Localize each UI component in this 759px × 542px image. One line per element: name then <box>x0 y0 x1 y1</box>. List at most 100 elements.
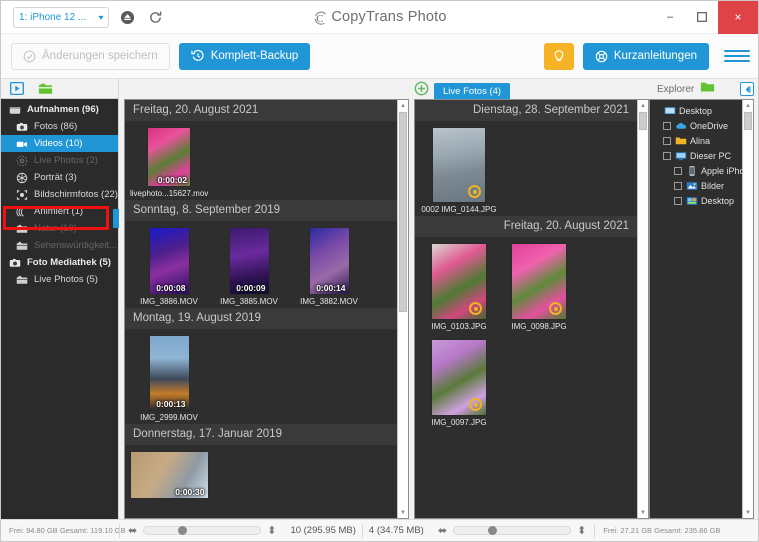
album-icon <box>15 273 28 286</box>
save-changes-button[interactable]: Änderungen speichern <box>11 42 170 70</box>
explorer-header: Explorer <box>649 79 758 99</box>
zoom-out-icon[interactable]: ⬌ <box>128 524 137 537</box>
media-thumbnail[interactable]: 0:00:09 IMG_3885.MOV <box>213 227 285 306</box>
sidebar-item-label: Animiert (1) <box>34 206 84 217</box>
media-thumbnail[interactable]: 0:00:30 <box>129 451 209 499</box>
sidebar-item-videos-10[interactable]: Videos (10) <box>1 135 118 152</box>
lightbulb-icon <box>554 49 564 61</box>
album-green-icon[interactable] <box>38 82 53 96</box>
explorer-tree[interactable]: Desktop OneDrive Alina Dieser PC Apple iPhon… <box>650 100 742 518</box>
tree-item-onedrive[interactable]: OneDrive <box>652 118 742 133</box>
video-duration-label: 0:00:13 <box>156 399 186 409</box>
close-button[interactable]: × <box>718 0 758 34</box>
sidebar-item-natur-10[interactable]: Natur (10) <box>1 220 118 237</box>
tree-item-label: OneDrive <box>690 120 729 131</box>
media-thumbnail[interactable]: 0:00:02 livephoto...15627.mov <box>130 127 208 198</box>
refresh-icon[interactable] <box>145 7 165 27</box>
scroll-up-arrow-icon[interactable]: ▲ <box>743 100 753 111</box>
device-selector[interactable]: 1: iPhone 12 ... ▾ <box>13 6 109 28</box>
sidebar-item-animiert-1[interactable]: Animiert (1) <box>1 203 118 220</box>
folder-green-icon[interactable] <box>700 80 715 98</box>
right-thumbnail-size-slider[interactable] <box>453 526 572 535</box>
thumbnail-filename: IMG_0103.JPG <box>431 322 487 331</box>
sidebar-item-sehensw-rdigkeit[interactable]: Sehenswürdigkeit... <box>1 237 118 254</box>
chevron-down-icon: ▾ <box>98 12 104 22</box>
left-pane-tab-strip <box>119 79 409 99</box>
sidebar-item-label: Natur (10) <box>34 223 77 234</box>
media-thumbnail[interactable]: IMG_0097.JPG <box>423 339 495 427</box>
tree-item-alina[interactable]: Alina <box>652 133 742 148</box>
explorer-scrollbar[interactable]: ▲ ▼ <box>742 100 753 518</box>
collapse-left-icon[interactable] <box>740 82 754 96</box>
left-photo-grid[interactable]: Freitag, 20. August 2021 0:00:02 livephoto… <box>125 100 397 518</box>
maximize-button[interactable] <box>686 1 718 34</box>
hamburger-menu-icon[interactable] <box>724 43 750 69</box>
slider-knob[interactable] <box>178 526 188 535</box>
device-storage-info: Frei: 94.80 GB Gesamt: 119.10 GB <box>9 526 126 535</box>
sidebar-item-bildschirmfotos-22[interactable]: Bildschirmfotos (22) <box>1 186 118 203</box>
media-thumbnail[interactable]: 0:00:08 IMG_3886.MOV <box>133 227 205 306</box>
right-grid-scrollbar[interactable]: ▲ ▼ <box>637 100 648 518</box>
media-play-icon[interactable] <box>9 82 24 96</box>
sidebar-item-live-photos-5[interactable]: Live Photos (5) <box>1 271 118 288</box>
scroll-down-arrow-icon[interactable]: ▼ <box>638 507 648 518</box>
tree-item-desktop[interactable]: Desktop <box>652 103 742 118</box>
sidebar-tab-strip <box>1 79 118 99</box>
livephoto-icon <box>15 154 28 167</box>
media-thumbnail[interactable]: IMG_0103.JPG <box>423 243 495 331</box>
zoom-in-icon[interactable]: ⬍ <box>577 524 586 537</box>
zoom-out-icon[interactable]: ⬌ <box>438 524 447 537</box>
video-duration-label: 0:00:09 <box>236 283 266 293</box>
svg-text:C: C <box>317 13 325 25</box>
live-photo-badge-icon <box>469 302 482 315</box>
scroll-down-arrow-icon[interactable]: ▼ <box>398 507 408 518</box>
scrollbar-thumb[interactable] <box>399 112 407 312</box>
tree-item-desktop[interactable]: Desktop <box>652 193 742 208</box>
scrollbar-thumb[interactable] <box>744 112 752 130</box>
scrollbar-thumb[interactable] <box>639 112 647 130</box>
minimize-button[interactable]: – <box>654 1 686 34</box>
thumbnail-row: 0:00:02 livephoto...15627.mov <box>125 121 397 200</box>
hamburger-line <box>724 50 750 52</box>
sidebar-item-foto-mediathek-5[interactable]: Foto Mediathek (5) <box>1 254 118 271</box>
right-pane-tab-strip: Live Fotos (4) <box>409 79 649 99</box>
scroll-up-arrow-icon[interactable]: ▲ <box>638 100 648 111</box>
date-group-header: Donnerstag, 17. Januar 2019 <box>125 424 397 445</box>
media-thumbnail[interactable]: IMG_0098.JPG <box>503 243 575 331</box>
media-thumbnail[interactable]: 0:00:13 IMG_2999.MOV <box>133 335 205 422</box>
thumbnail-image <box>511 243 567 320</box>
sidebar-item-portr-t-3[interactable]: Porträt (3) <box>1 169 118 186</box>
left-thumbnail-size-slider[interactable] <box>143 526 262 535</box>
add-tab-icon[interactable] <box>414 81 430 97</box>
tree-item-apple-iphone[interactable]: Apple iPhone <box>652 163 742 178</box>
sidebar-item-fotos-86[interactable]: Fotos (86) <box>1 118 118 135</box>
right-photo-grid[interactable]: Dienstag, 28. September 2021 0002 IMG_014… <box>415 100 637 518</box>
tree-expander-icon[interactable] <box>674 181 682 190</box>
sidebar-item-aufnahmen-96[interactable]: Aufnahmen (96) <box>1 101 118 118</box>
tree-expander-icon[interactable] <box>674 166 682 175</box>
tree-expander-icon[interactable] <box>674 196 682 205</box>
tree-expander-icon[interactable] <box>663 121 671 130</box>
thumbnail-image <box>431 339 487 416</box>
sidebar-item-live-photos-2[interactable]: Live Photos (2) <box>1 152 118 169</box>
media-thumbnail[interactable]: 0002 IMG_0144.JPG <box>421 127 497 214</box>
left-grid-scrollbar[interactable]: ▲ ▼ <box>397 100 408 518</box>
scroll-down-arrow-icon[interactable]: ▼ <box>743 507 753 518</box>
media-thumbnail[interactable]: 0:00:14 IMG_3882.MOV <box>293 227 365 306</box>
eject-icon[interactable] <box>117 7 137 27</box>
tab-live-fotos[interactable]: Live Fotos (4) <box>434 83 511 99</box>
tips-button[interactable] <box>543 42 574 70</box>
tree-expander-icon[interactable] <box>663 151 671 160</box>
zoom-in-icon[interactable]: ⬍ <box>267 524 276 537</box>
quick-guides-button[interactable]: Kurzanleitungen <box>582 42 709 70</box>
full-backup-button[interactable]: Komplett-Backup <box>178 42 311 70</box>
thumbnail-image <box>431 243 487 320</box>
main-toolbar: Änderungen speichern Komplett-Backup Kur… <box>1 34 758 79</box>
tree-item-dieser-pc[interactable]: Dieser PC <box>652 148 742 163</box>
tree-expander-icon[interactable] <box>663 136 671 145</box>
status-bar: Frei: 94.80 GB Gesamt: 119.10 GB ⬌ ⬍ 10 … <box>1 519 758 541</box>
tree-item-bilder[interactable]: Bilder <box>652 178 742 193</box>
date-group-header: Montag, 19. August 2019 <box>125 308 397 329</box>
slider-knob[interactable] <box>488 526 498 535</box>
scroll-up-arrow-icon[interactable]: ▲ <box>398 100 408 111</box>
